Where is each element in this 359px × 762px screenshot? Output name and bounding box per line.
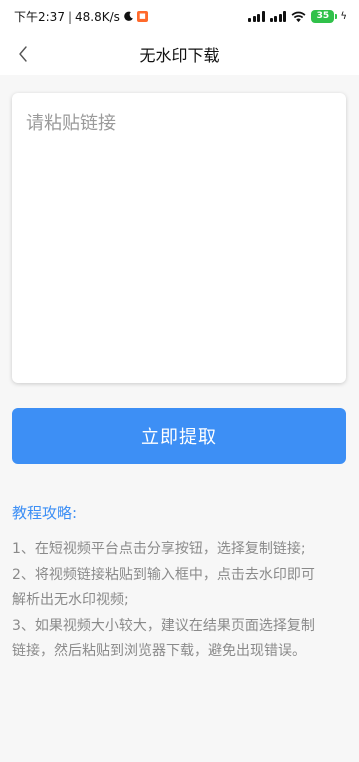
back-button[interactable]	[10, 41, 36, 67]
guide-line: 1、在短视频平台点击分享按钮，选择复制链接;	[12, 541, 306, 557]
guide-line: 解析出无水印视频;	[12, 592, 129, 608]
moon-icon	[124, 11, 133, 21]
link-input[interactable]	[12, 93, 346, 383]
nav-bar: 无水印下载	[0, 33, 359, 75]
battery-level: 35	[311, 10, 335, 23]
status-time: 下午2:37	[14, 10, 65, 24]
battery-icon: 35 ϟ	[311, 10, 347, 23]
page-title: 无水印下载	[139, 46, 220, 65]
charging-icon: ϟ	[340, 11, 347, 22]
signal-icon-2	[269, 11, 287, 22]
guide-line: 3、如果视频大小较大，建议在结果页面选择复制	[12, 617, 315, 634]
guide-title: 教程攻略:	[12, 504, 78, 522]
chevron-left-icon	[19, 46, 27, 62]
link-input-card	[12, 93, 346, 383]
app-notification-icon: ■	[136, 11, 148, 22]
network-speed: 48.8K/s	[75, 9, 120, 24]
status-separator: |	[67, 9, 72, 24]
guide-line: 2、将视频链接粘贴到输入框中，点击去水印即可	[12, 566, 315, 583]
status-bar: 下午2:37 | 48.8K/s ■ 35 ϟ	[0, 0, 359, 33]
guide-line: 链接，然后粘贴到浏览器下载，避免出现错误。	[12, 643, 306, 659]
guide-section: 教程攻略: 1、在短视频平台点击分享按钮，选择复制链接; 2、将视频链接粘贴到输…	[12, 502, 348, 665]
status-left: 下午2:37 | 48.8K/s ■	[14, 8, 148, 25]
signal-icon	[248, 11, 265, 22]
wifi-icon	[291, 11, 306, 22]
status-right: 35 ϟ	[248, 10, 347, 23]
extract-button[interactable]: 立即提取	[12, 408, 346, 464]
